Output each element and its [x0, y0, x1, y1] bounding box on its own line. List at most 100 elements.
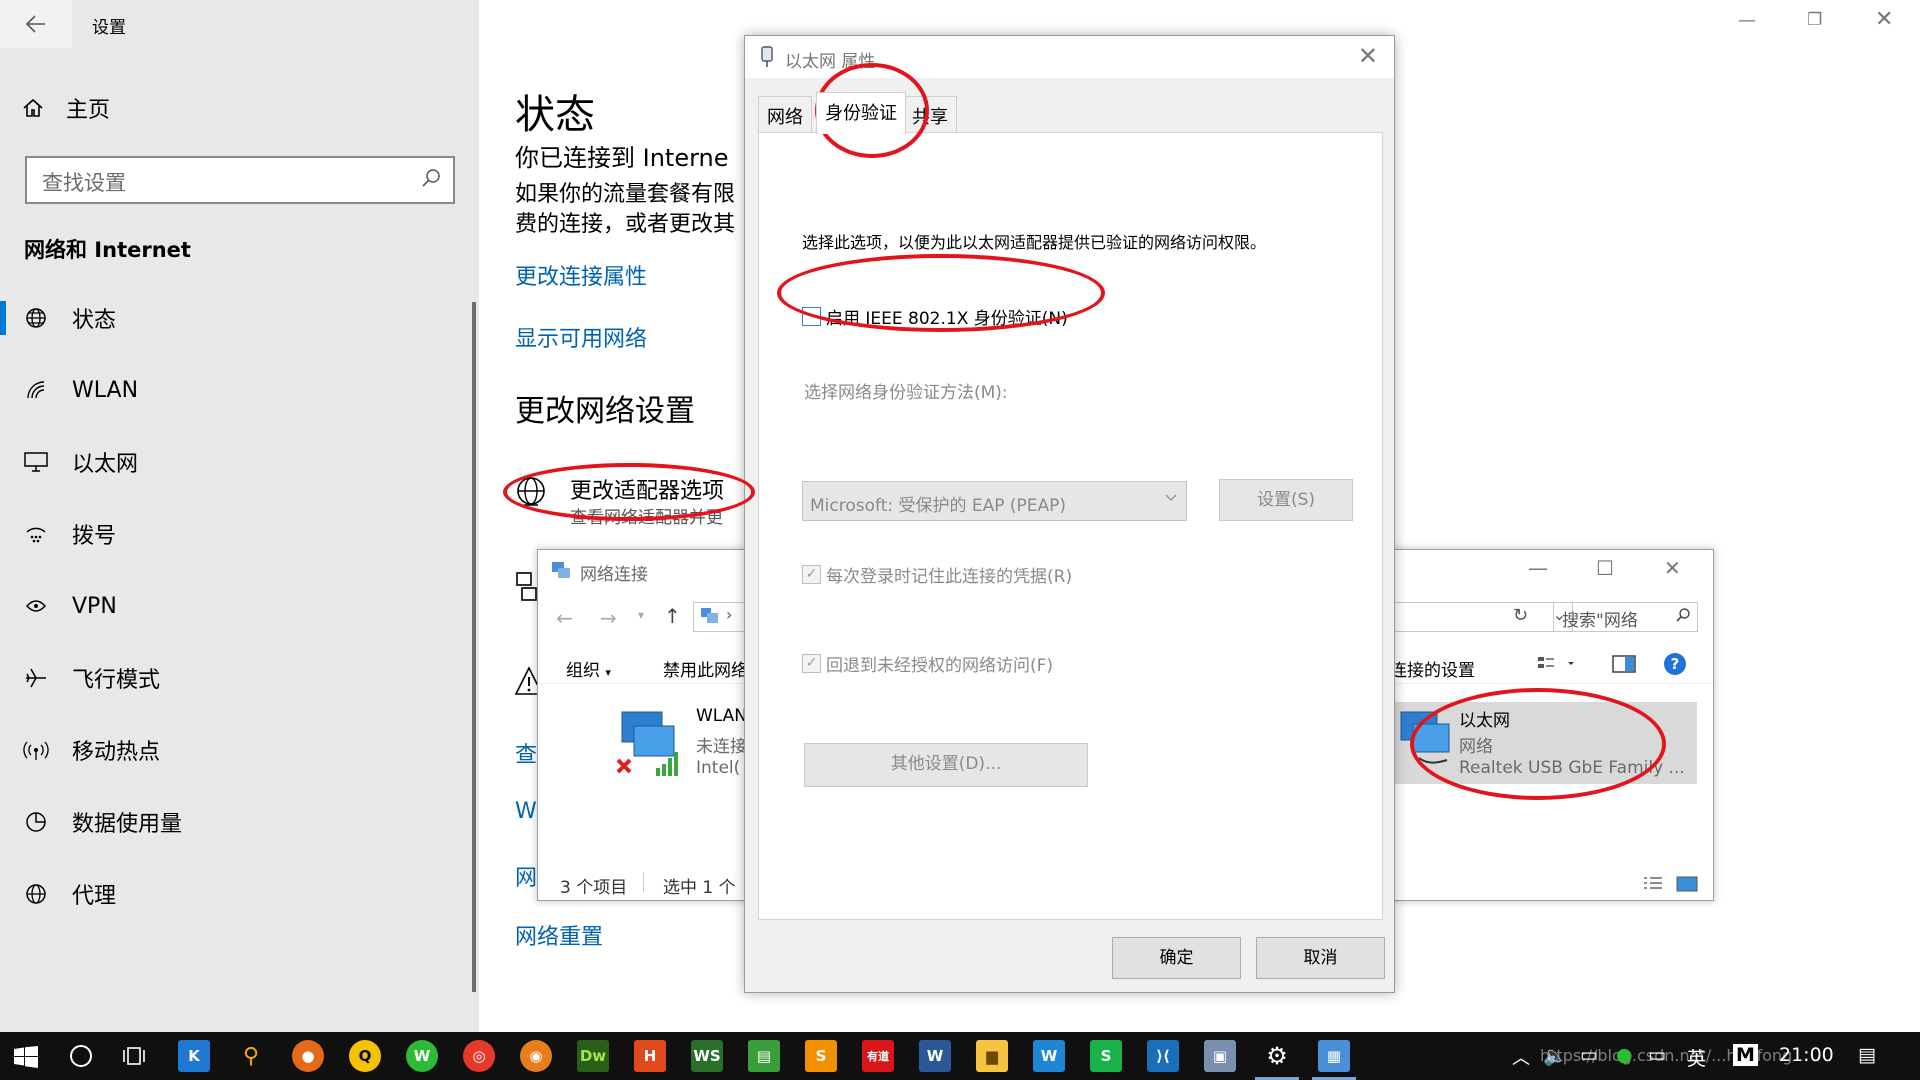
- ethernet-list-item[interactable]: 以太网 网络 Realtek USB GbE Family ...: [1395, 702, 1697, 784]
- help-icon[interactable]: ?: [1664, 653, 1686, 675]
- firefox-app-icon[interactable]: ◉: [520, 1040, 552, 1072]
- search-tool-app-icon[interactable]: ⚲: [235, 1040, 267, 1072]
- volume-icon[interactable]: 🔈: [1543, 1044, 1567, 1067]
- windows-firewall-link[interactable]: W: [515, 799, 537, 824]
- window-title: 网络连接: [580, 565, 648, 585]
- file-explorer-icon[interactable]: ▆: [976, 1040, 1008, 1072]
- settings-search-input[interactable]: 查找设置: [25, 156, 455, 204]
- qq-app-icon[interactable]: Q: [349, 1040, 381, 1072]
- refresh-icon[interactable]: ↻: [1513, 605, 1528, 626]
- method-settings-button[interactable]: 设置(S): [1219, 479, 1353, 521]
- hbuilder-app-icon[interactable]: H: [634, 1040, 666, 1072]
- clock-time[interactable]: 21:00: [1779, 1044, 1834, 1066]
- chevron-right-icon[interactable]: ›: [726, 605, 732, 624]
- remember-credentials-label[interactable]: 每次登录时记住此连接的凭据(R): [826, 562, 1072, 587]
- sidebar-item-vpn[interactable]: VPN: [0, 577, 479, 635]
- connection-settings-button[interactable]: 连接的设置: [1390, 656, 1475, 681]
- browser-fox-app-icon[interactable]: ●: [292, 1040, 324, 1072]
- network-center-link[interactable]: 网: [515, 860, 537, 892]
- change-connection-properties-link[interactable]: 更改连接属性: [515, 259, 647, 291]
- kugou-app-icon[interactable]: K: [178, 1040, 210, 1072]
- view-options-icon[interactable]: [1536, 654, 1576, 678]
- wlan-name[interactable]: WLAN: [696, 706, 747, 726]
- sidebar-item-airplane[interactable]: 飞行模式: [0, 649, 479, 707]
- windows-start-icon[interactable]: [14, 1046, 38, 1072]
- close-icon[interactable]: ✕: [1358, 42, 1378, 70]
- ok-button[interactable]: 确定: [1112, 937, 1241, 979]
- remember-credentials-checkbox[interactable]: ✓: [802, 565, 821, 584]
- sidebar-item-dialup[interactable]: 拨号: [0, 505, 479, 563]
- network-connections-app-icon[interactable]: ▦: [1318, 1040, 1350, 1072]
- task-view-icon[interactable]: [122, 1044, 148, 1072]
- recent-chevron-icon[interactable]: ▾: [638, 608, 644, 622]
- youdao-app-icon[interactable]: 有道: [862, 1040, 894, 1072]
- change-adapter-options-link[interactable]: 更改适配器选项: [570, 473, 724, 505]
- search-input[interactable]: 搜索"网络: [1553, 602, 1698, 632]
- sidebar-item-proxy[interactable]: 代理: [0, 865, 479, 923]
- sublime-app-icon[interactable]: S: [805, 1040, 837, 1072]
- chevron-down-icon: [1164, 490, 1178, 510]
- sidebar-item-data-usage[interactable]: 数据使用量: [0, 793, 479, 851]
- settings-gear-icon[interactable]: ⚙: [1261, 1040, 1293, 1072]
- tray-chevron-up-icon[interactable]: ︿: [1512, 1044, 1530, 1070]
- tab-authentication[interactable]: 身份验证: [816, 92, 906, 134]
- wechat-tray-icon[interactable]: ●: [1616, 1044, 1633, 1066]
- wps-sheet-app-icon[interactable]: S: [1090, 1040, 1122, 1072]
- sidebar-scrollbar[interactable]: [472, 302, 476, 992]
- fallback-checkbox[interactable]: ✓: [802, 654, 821, 673]
- fallback-label[interactable]: 回退到未经授权的网络访问(F): [826, 651, 1053, 676]
- forward-arrow-icon[interactable]: →: [600, 606, 617, 630]
- restore-button[interactable]: ❐: [1807, 10, 1822, 30]
- tab-network[interactable]: 网络: [758, 96, 812, 132]
- auth-method-select[interactable]: Microsoft: 受保护的 EAP (PEAP): [802, 481, 1187, 521]
- tab-sharing[interactable]: 共享: [903, 96, 957, 132]
- word-app-icon[interactable]: W: [919, 1040, 951, 1072]
- cancel-button[interactable]: 取消: [1256, 937, 1385, 979]
- enable-8021x-label[interactable]: 启用 IEEE 802.1X 身份验证(N): [826, 304, 1068, 329]
- change-adapter-options-desc: 查看网络适配器并更: [570, 508, 723, 528]
- show-available-networks-link[interactable]: 显示可用网络: [515, 321, 647, 353]
- home-icon: [23, 98, 43, 117]
- troubleshoot-link[interactable]: 查: [515, 737, 537, 769]
- notification-center-icon[interactable]: ▤: [1858, 1044, 1876, 1066]
- ime-language-indicator[interactable]: 英: [1687, 1044, 1706, 1071]
- minimize-button[interactable]: —: [1528, 556, 1548, 580]
- sidebar-label: VPN: [72, 593, 117, 619]
- close-button[interactable]: ✕: [1664, 556, 1681, 580]
- back-arrow-icon[interactable]: ←: [556, 606, 573, 630]
- sidebar-item-wlan[interactable]: WLAN: [0, 361, 479, 419]
- ime-mode-icon[interactable]: M: [1733, 1044, 1758, 1066]
- maximize-button[interactable]: ☐: [1596, 556, 1614, 580]
- notepad-app-icon[interactable]: ▤: [748, 1040, 780, 1072]
- minimize-button[interactable]: —: [1738, 10, 1756, 31]
- sidebar-item-ethernet[interactable]: 以太网: [0, 433, 479, 491]
- network-admin-app-icon[interactable]: ▣: [1204, 1040, 1236, 1072]
- webstorm-app-icon[interactable]: WS: [691, 1040, 723, 1072]
- up-arrow-icon[interactable]: ↑: [664, 604, 681, 628]
- wechat-app-icon[interactable]: W: [406, 1040, 438, 1072]
- enable-8021x-checkbox[interactable]: [802, 307, 821, 326]
- network-tray-icon[interactable]: ▭: [1580, 1044, 1598, 1066]
- sidebar-item-status[interactable]: 状态: [0, 289, 479, 347]
- network-reset-link[interactable]: 网络重置: [515, 919, 603, 951]
- additional-settings-button[interactable]: 其他设置(D)...: [804, 743, 1088, 787]
- chrome-app-icon[interactable]: ◎: [463, 1040, 495, 1072]
- preview-pane-icon[interactable]: [1612, 654, 1636, 678]
- dreamweaver-app-icon[interactable]: Dw: [577, 1040, 609, 1072]
- sidebar-item-home[interactable]: 主页: [22, 90, 110, 126]
- cortana-icon[interactable]: [70, 1045, 92, 1067]
- details-view-icon[interactable]: [1642, 875, 1664, 897]
- auth-description: 选择此选项，以便为此以太网适配器提供已验证的网络访问权限。: [802, 233, 1267, 252]
- network-location-icon: [700, 607, 720, 629]
- search-icon: [421, 168, 441, 192]
- vscode-app-icon[interactable]: ⟩⟨: [1147, 1040, 1179, 1072]
- tiles-view-icon[interactable]: [1676, 875, 1698, 897]
- disable-network-button[interactable]: 禁用此网络: [663, 656, 748, 681]
- back-button[interactable]: [0, 0, 72, 48]
- sidebar-item-hotspot[interactable]: 移动热点: [0, 721, 479, 779]
- weiyun-app-icon[interactable]: W: [1033, 1040, 1065, 1072]
- organize-menu[interactable]: 组织 ▾: [566, 656, 611, 681]
- battery-tray-icon[interactable]: ▭: [1648, 1044, 1666, 1066]
- adapter-globe-icon: [514, 475, 552, 517]
- close-button[interactable]: ✕: [1875, 7, 1893, 32]
